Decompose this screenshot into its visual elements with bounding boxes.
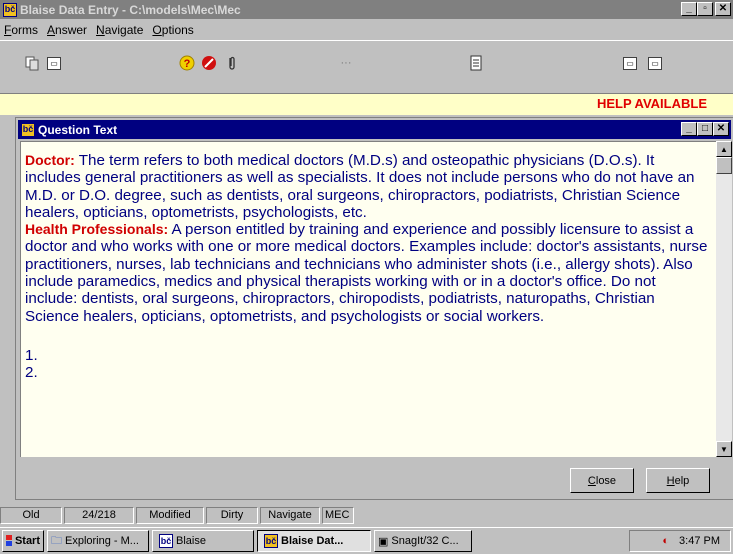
system-tray: ◐ 3:47 PM (629, 530, 731, 552)
question-window-controls: _ □ ✕ (681, 122, 729, 136)
start-button[interactable]: Start (2, 530, 44, 552)
blaise-app-icon: bč (3, 2, 17, 17)
taskbar: Start 🗀 Exploring - M... bč Blaise bč Bl… (0, 527, 733, 554)
vertical-scrollbar[interactable]: ▲ ▼ (716, 141, 732, 457)
term-label: Doctor: (25, 152, 75, 168)
status-old: Old (0, 506, 62, 524)
status-modified: Modified (136, 506, 204, 524)
question-text-window: bč Question Text _ □ ✕ Doctor: The term … (15, 117, 733, 500)
question-window-titlebar: bč Question Text _ □ ✕ (18, 120, 731, 139)
menu-forms[interactable]: Forms (4, 23, 38, 37)
main-titlebar: bč Blaise Data Entry - C:\models\Mec\Mec… (0, 0, 733, 19)
menu-answer[interactable]: Answer (47, 23, 87, 37)
taskbar-exploring[interactable]: 🗀 Exploring - M... (47, 530, 149, 552)
blaise-app-icon: bč (21, 122, 35, 137)
definition-health-professionals: Health Professionals: A person entitled … (25, 221, 712, 325)
tray-app-icon[interactable]: ◐ (662, 535, 669, 547)
taskbar-blaise[interactable]: bč Blaise (152, 530, 254, 552)
menu-options[interactable]: Options (152, 23, 193, 37)
close-window-button[interactable]: ✕ (713, 122, 729, 136)
scroll-up-arrow[interactable]: ▲ (716, 141, 732, 157)
menubar: Forms Answer Navigate Options (0, 19, 733, 40)
window-title: Blaise Data Entry - C:\models\Mec\Mec (20, 2, 241, 17)
menu-navigate[interactable]: Navigate (96, 23, 143, 37)
paperclip-icon[interactable] (224, 55, 240, 71)
question-text-body: Doctor: The term refers to both medical … (20, 141, 716, 457)
answer-option[interactable]: 2. (25, 364, 712, 381)
help-bar: HELP AVAILABLE (0, 93, 733, 115)
answer-options: 1. 2. (25, 347, 712, 382)
help-question-icon[interactable]: ? (179, 55, 195, 71)
blaise-app-icon: bč (159, 534, 173, 548)
clock: 3:47 PM (679, 535, 720, 547)
close-button[interactable]: Close (570, 468, 634, 493)
window-icon[interactable]: ▭ (46, 55, 62, 71)
status-bar: Old 24/218 Modified Dirty Navigate MEC (0, 505, 733, 525)
dots-icon: ··· (340, 57, 352, 69)
taskbar-blaise-data-entry[interactable]: bč Blaise Dat... (257, 530, 371, 552)
window-controls: _ ▫ ✕ (681, 2, 731, 16)
status-mode: Navigate (260, 506, 320, 524)
definition-doctor: Doctor: The term refers to both medical … (25, 152, 712, 221)
scroll-thumb[interactable] (716, 157, 732, 174)
restore-button[interactable]: ▫ (697, 2, 713, 16)
window-icon[interactable]: ▭ (622, 55, 638, 71)
close-window-button[interactable]: ✕ (715, 2, 731, 16)
answer-option[interactable]: 1. (25, 347, 712, 364)
term-label: Health Professionals: (25, 221, 169, 238)
minimize-button[interactable]: _ (681, 2, 697, 16)
question-window-title: Question Text (38, 122, 118, 137)
document-icon[interactable] (468, 55, 484, 71)
toolbar: ▭ ? ··· ▭ ▭ (0, 40, 733, 90)
status-datamodel: MEC (322, 506, 354, 524)
help-button[interactable]: Help (646, 468, 710, 493)
status-position: 24/218 (64, 506, 134, 524)
scroll-down-arrow[interactable]: ▼ (716, 441, 732, 457)
taskbar-snagit[interactable]: ▣ SnagIt/32 C... (374, 530, 472, 552)
maximize-button[interactable]: □ (697, 122, 713, 136)
copy-icon[interactable] (24, 55, 40, 71)
snagit-icon: ▣ (378, 535, 389, 548)
help-available-label: HELP AVAILABLE (596, 96, 707, 111)
status-dirty: Dirty (206, 506, 258, 524)
windows-logo-icon (6, 535, 12, 546)
minimize-button[interactable]: _ (681, 122, 697, 136)
blaise-app-icon: bč (264, 534, 278, 548)
svg-text:?: ? (184, 58, 191, 70)
explorer-icon: 🗀 (51, 534, 62, 547)
stop-icon[interactable] (201, 55, 217, 71)
definition-text: The term refers to both medical doctors … (25, 152, 695, 221)
window-icon[interactable]: ▭ (647, 55, 663, 71)
